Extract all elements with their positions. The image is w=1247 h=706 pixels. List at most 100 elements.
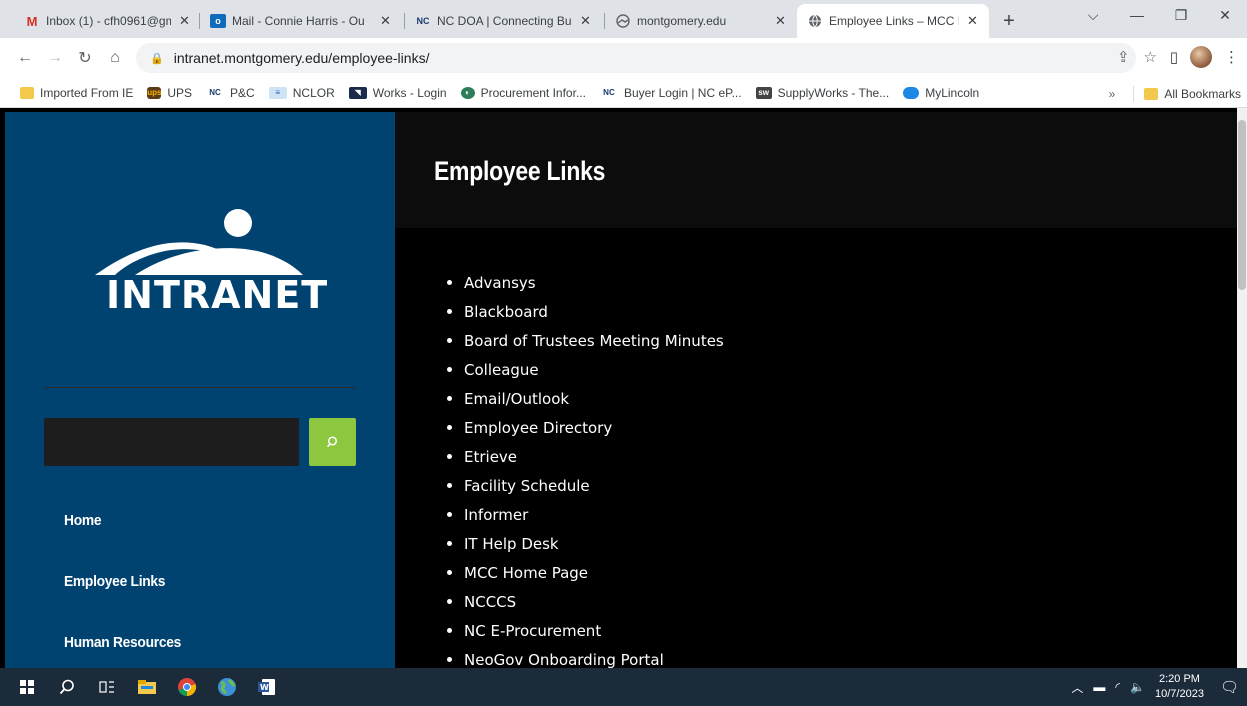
montgomery-icon <box>615 14 631 28</box>
link-informer[interactable]: Informer <box>464 506 528 524</box>
bullet-icon <box>447 309 452 314</box>
link-nc-e-procurement[interactable]: NC E-Procurement <box>464 622 601 640</box>
ups-icon: ups <box>147 86 162 99</box>
list-item[interactable]: Email/Outlook <box>447 384 724 413</box>
link-email-outlook[interactable]: Email/Outlook <box>464 390 569 408</box>
nc-icon: NC <box>209 88 221 97</box>
tab-close-icon[interactable]: ✕ <box>967 13 978 29</box>
address-bar[interactable]: 🔒 intranet.montgomery.edu/employee-links… <box>136 43 1136 73</box>
share-icon[interactable]: ⇪ <box>1117 48 1130 66</box>
bookmark-label: P&C <box>230 85 255 100</box>
tray-chevron-icon[interactable]: ︿ <box>1071 679 1083 696</box>
clock-date: 10/7/2023 <box>1155 688 1204 700</box>
link-colleague[interactable]: Colleague <box>464 361 539 379</box>
wifi-icon[interactable]: ◜ <box>1115 680 1120 694</box>
link-blackboard[interactable]: Blackboard <box>464 303 548 321</box>
globe-app-icon[interactable] <box>208 668 246 706</box>
nav-home[interactable]: Home <box>64 512 102 529</box>
close-window-icon[interactable]: ✕ <box>1203 7 1247 24</box>
list-item[interactable]: Employee Directory <box>447 413 724 442</box>
link-it-help-desk[interactable]: IT Help Desk <box>464 535 559 553</box>
list-item[interactable]: IT Help Desk <box>447 529 724 558</box>
bookmark-mylincoln[interactable]: MyLincoln <box>903 86 979 100</box>
list-item[interactable]: Blackboard <box>447 297 724 326</box>
search-icon[interactable] <box>48 668 86 706</box>
notifications-icon[interactable]: 🗨 <box>1220 678 1239 696</box>
clock[interactable]: 2:20 PM 10/7/2023 <box>1155 672 1204 702</box>
volume-icon[interactable]: 🔈 <box>1130 680 1145 694</box>
scrollbar-thumb[interactable] <box>1238 120 1246 290</box>
task-view-icon[interactable] <box>88 668 126 706</box>
list-item[interactable]: Advansys <box>447 268 724 297</box>
back-icon[interactable]: ← <box>12 49 38 67</box>
all-bookmarks-button[interactable]: All Bookmarks <box>1164 87 1241 101</box>
restore-icon[interactable]: ❐ <box>1159 7 1203 24</box>
chrome-icon[interactable] <box>168 668 206 706</box>
tab-close-icon[interactable]: ✕ <box>580 13 591 29</box>
list-item[interactable]: Facility Schedule <box>447 471 724 500</box>
intranet-logo-graphic <box>95 209 303 275</box>
bookmark-works-login[interactable]: ◥ Works - Login <box>348 86 447 100</box>
file-explorer-icon[interactable] <box>128 668 166 706</box>
tab-nc-doa[interactable]: NC NC DOA | Connecting Bu ✕ <box>405 4 605 38</box>
lock-icon[interactable]: 🔒 <box>150 52 164 65</box>
link-mcc-home-page[interactable]: MCC Home Page <box>464 564 588 582</box>
link-ncccs[interactable]: NCCCS <box>464 593 516 611</box>
link-neogov-onboarding[interactable]: NeoGov Onboarding Portal <box>464 651 664 669</box>
bookmark-label: Procurement Infor... <box>480 85 586 100</box>
svg-text:W: W <box>260 683 269 692</box>
forward-icon[interactable]: → <box>42 49 68 67</box>
link-advansys[interactable]: Advansys <box>464 274 536 292</box>
nav-human-resources[interactable]: Human Resources <box>64 634 181 651</box>
tab-outlook[interactable]: o Mail - Connie Harris - Ou ✕ <box>200 4 405 38</box>
menu-kebab-icon[interactable]: ⋮ <box>1224 48 1239 66</box>
bookmarks-overflow-icon[interactable]: » <box>1109 87 1116 101</box>
bookmark-imported-from-ie[interactable]: Imported From IE <box>20 86 133 100</box>
list-item[interactable]: NCCCS <box>447 587 724 616</box>
bookmark-pc[interactable]: NC P&C <box>206 85 255 100</box>
nav-employee-links[interactable]: Employee Links <box>64 573 165 590</box>
list-item[interactable]: NC E-Procurement <box>447 616 724 645</box>
outlook-icon: o <box>210 14 226 28</box>
bookmark-supplyworks[interactable]: sw SupplyWorks - The... <box>755 86 889 100</box>
bookmark-procurement[interactable]: ◐ Procurement Infor... <box>460 85 586 100</box>
battery-icon[interactable]: ▬ <box>1093 680 1105 694</box>
tab-title: Mail - Connie Harris - Ou <box>232 14 365 28</box>
reload-icon[interactable]: ↻ <box>72 48 98 68</box>
bookmark-ups[interactable]: ups UPS <box>147 86 192 100</box>
tab-employee-links[interactable]: Employee Links – MCC In ✕ <box>797 4 989 38</box>
bullet-icon <box>447 628 452 633</box>
new-tab-button[interactable]: + <box>995 7 1023 35</box>
bookmarks-right: » All Bookmarks <box>1109 86 1241 102</box>
tab-close-icon[interactable]: ✕ <box>775 13 786 29</box>
list-item[interactable]: Colleague <box>447 355 724 384</box>
tab-gmail[interactable]: M Inbox (1) - cfh0961@gm ✕ <box>0 4 200 38</box>
list-item[interactable]: Etrieve <box>447 442 724 471</box>
link-employee-directory[interactable]: Employee Directory <box>464 419 612 437</box>
list-item[interactable]: NeoGov Onboarding Portal <box>447 645 724 668</box>
search-input[interactable] <box>44 418 299 466</box>
side-panel-icon[interactable]: ▯ <box>1170 48 1178 66</box>
tab-close-icon[interactable]: ✕ <box>380 13 391 29</box>
list-item[interactable]: Board of Trustees Meeting Minutes <box>447 326 724 355</box>
profile-avatar[interactable] <box>1190 46 1212 68</box>
bookmark-nclor[interactable]: ≡ NCLOR <box>268 86 335 100</box>
minimize-icon[interactable]: — <box>1115 7 1159 23</box>
tab-close-icon[interactable]: ✕ <box>179 13 190 29</box>
list-item[interactable]: MCC Home Page <box>447 558 724 587</box>
link-facility-schedule[interactable]: Facility Schedule <box>464 477 590 495</box>
windows-start-icon[interactable] <box>8 668 46 706</box>
bookmark-buyer-login[interactable]: NC Buyer Login | NC eP... <box>600 86 741 100</box>
home-icon[interactable]: ⌂ <box>102 49 128 67</box>
page-scrollbar[interactable] <box>1237 108 1247 668</box>
link-etrieve[interactable]: Etrieve <box>464 448 517 466</box>
tab-search-icon[interactable]: ⌵ <box>1071 7 1115 24</box>
bookmark-star-icon[interactable]: ☆ <box>1144 48 1157 66</box>
tab-montgomery[interactable]: montgomery.edu ✕ <box>605 4 797 38</box>
link-board-of-trustees[interactable]: Board of Trustees Meeting Minutes <box>464 332 724 350</box>
list-item[interactable]: Informer <box>447 500 724 529</box>
bullet-icon <box>447 541 452 546</box>
word-icon[interactable]: W <box>248 668 286 706</box>
search-button[interactable] <box>309 418 356 466</box>
sidebar-divider <box>44 387 356 388</box>
